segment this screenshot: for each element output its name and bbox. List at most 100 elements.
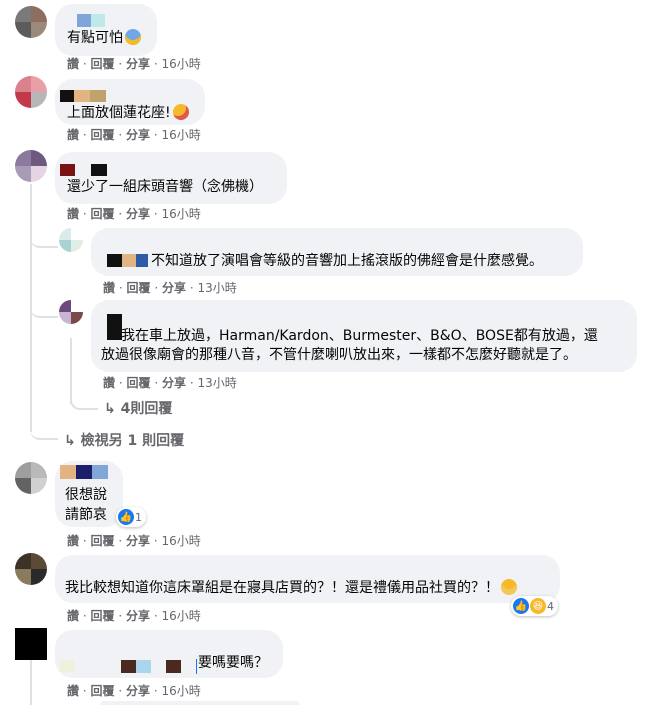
commenter-name-redacted[interactable]	[91, 14, 105, 27]
avatar[interactable]	[15, 150, 47, 182]
separator: ·	[189, 376, 194, 390]
avatar[interactable]	[59, 300, 83, 324]
like-reaction-icon: 👍	[513, 598, 529, 614]
comment-text: 我比較想知道你這床罩組是在寢具店買的？！還是禮儀用品社買的？！	[65, 580, 499, 596]
avatar[interactable]	[15, 553, 47, 585]
timestamp[interactable]: 13小時	[198, 281, 237, 295]
thread-line	[30, 420, 58, 440]
commenter-name-redacted[interactable]	[60, 465, 76, 479]
reply-text-line1: 我在車上放過，Harman/Kardon、Burmester、B&O、BOSE都…	[121, 328, 598, 344]
separator: ·	[82, 128, 87, 142]
like-link[interactable]: 讚	[103, 281, 115, 295]
share-link[interactable]: 分享	[126, 534, 150, 548]
share-link[interactable]: 分享	[126, 207, 150, 221]
like-link[interactable]: 讚	[67, 207, 79, 221]
text-cursor	[196, 659, 197, 674]
reply-link[interactable]: 回覆	[91, 609, 115, 623]
commenter-name-redacted[interactable]	[166, 660, 181, 673]
separator: ·	[118, 128, 123, 142]
commenter-name-redacted[interactable]	[60, 164, 75, 176]
separator: ·	[118, 57, 123, 71]
commenter-name-redacted[interactable]	[136, 660, 151, 673]
more-replies-link[interactable]: ↳ 4則回覆	[104, 398, 172, 418]
comment-bubble: 還少了一組床頭音響（念佛機）	[55, 152, 287, 204]
reply-arrow-icon: ↳	[104, 401, 116, 417]
reply-link[interactable]: 回覆	[91, 684, 115, 698]
share-link[interactable]: 分享	[126, 128, 150, 142]
timestamp[interactable]: 16小時	[162, 207, 201, 221]
reply-bubble: 我在車上放過，Harman/Kardon、Burmester、B&O、BOSE都…	[91, 300, 637, 372]
avatar[interactable]	[59, 228, 83, 252]
share-link[interactable]: 分享	[126, 684, 150, 698]
separator: ·	[153, 207, 158, 221]
commenter-name-redacted[interactable]	[76, 465, 92, 479]
reply-arrow-icon: ↳	[64, 433, 76, 449]
timestamp[interactable]: 16小時	[162, 684, 201, 698]
reply-link[interactable]: 回覆	[91, 128, 115, 142]
separator: ·	[82, 609, 87, 623]
reply-text-line2: 放過很像廟會的那種八音，不管什麼喇叭放出來，一樣都不怎麼好聽就是了。	[101, 347, 577, 363]
like-link[interactable]: 讚	[103, 376, 115, 390]
separator: ·	[153, 609, 158, 623]
view-other-replies-link[interactable]: ↳ 檢視另 1 則回覆	[64, 430, 184, 450]
comment-bubble: 我比較想知道你這床罩組是在寢具店買的？！還是禮儀用品社買的？！	[55, 555, 560, 603]
comment-text: 要嗎要嗎？	[198, 655, 268, 671]
timestamp[interactable]: 16小時	[162, 609, 201, 623]
comment-actions: 讚 · 回覆 · 分享 · 16小時	[67, 57, 201, 71]
commenter-name-redacted[interactable]	[60, 90, 74, 102]
timestamp[interactable]: 16小時	[162, 534, 201, 548]
scream-emoji-icon	[125, 29, 141, 45]
commenter-name-redacted[interactable]	[122, 254, 136, 267]
reaction-count: 4	[547, 599, 554, 613]
share-link[interactable]: 分享	[162, 376, 186, 390]
share-link[interactable]: 分享	[126, 609, 150, 623]
like-link[interactable]: 讚	[67, 609, 79, 623]
commenter-name-redacted[interactable]	[91, 164, 107, 176]
comment-text: 還少了一組床頭音響（念佛機）	[67, 179, 263, 195]
commenter-name-redacted[interactable]	[77, 14, 91, 27]
separator: ·	[153, 57, 158, 71]
rofl-emoji-icon	[172, 104, 189, 120]
reaction-summary[interactable]: 👍 1	[116, 507, 146, 527]
avatar[interactable]	[15, 6, 47, 38]
commenter-name-redacted[interactable]	[136, 254, 148, 267]
comment-actions: 讚 · 回覆 · 分享 · 16小時	[67, 128, 201, 142]
like-link[interactable]: 讚	[67, 128, 79, 142]
avatar[interactable]	[15, 76, 47, 108]
like-link[interactable]: 讚	[67, 534, 79, 548]
timestamp[interactable]: 16小時	[162, 57, 201, 71]
reply-actions: 讚 · 回覆 · 分享 · 13小時	[103, 376, 237, 390]
commenter-name-redacted[interactable]	[90, 90, 106, 102]
reaction-summary[interactable]: 👍 😆 4	[511, 596, 558, 616]
separator: ·	[82, 684, 87, 698]
comment-text: 上面放個蓮花座!	[67, 105, 171, 121]
reply-link[interactable]: 回覆	[127, 376, 151, 390]
reply-link[interactable]: 回覆	[91, 207, 115, 221]
next-item-edge	[100, 701, 300, 705]
separator: ·	[118, 376, 123, 390]
commenter-name-redacted[interactable]	[60, 660, 74, 672]
timestamp[interactable]: 13小時	[198, 376, 237, 390]
thread-line	[30, 660, 32, 705]
comment-bubble: 要嗎要嗎？	[55, 630, 283, 678]
timestamp[interactable]: 16小時	[162, 128, 201, 142]
reply-link[interactable]: 回覆	[91, 57, 115, 71]
comment-bubble: 有點可怕	[55, 4, 157, 56]
commenter-name-redacted[interactable]	[107, 254, 122, 267]
reply-link[interactable]: 回覆	[91, 534, 115, 548]
commenter-name-redacted[interactable]	[92, 465, 108, 479]
reply-link[interactable]: 回覆	[127, 281, 151, 295]
separator: ·	[154, 376, 159, 390]
share-link[interactable]: 分享	[162, 281, 186, 295]
separator: ·	[82, 57, 87, 71]
avatar[interactable]	[15, 462, 47, 494]
separator: ·	[82, 207, 87, 221]
haha-reaction-icon: 😆	[530, 598, 546, 614]
like-link[interactable]: 讚	[67, 684, 79, 698]
commenter-name-redacted[interactable]	[74, 90, 90, 102]
avatar[interactable]	[15, 628, 47, 660]
commenter-name-redacted[interactable]	[121, 660, 136, 673]
like-link[interactable]: 讚	[67, 57, 79, 71]
share-link[interactable]: 分享	[126, 57, 150, 71]
commenter-name-redacted[interactable]	[107, 314, 122, 340]
